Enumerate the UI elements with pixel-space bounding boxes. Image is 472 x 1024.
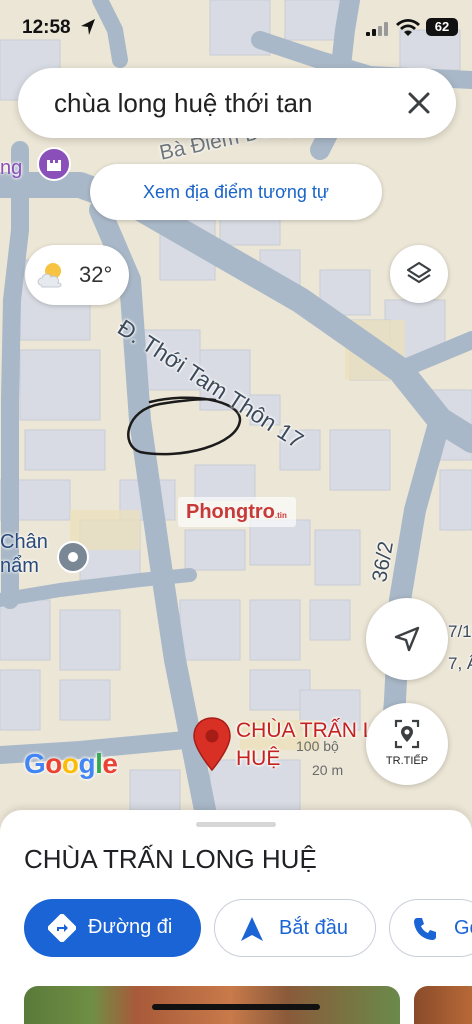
my-location-button[interactable] bbox=[366, 598, 448, 680]
castle-icon[interactable] bbox=[36, 146, 72, 182]
place-photo[interactable] bbox=[414, 986, 472, 1024]
navigation-start-icon bbox=[241, 917, 263, 941]
search-input[interactable]: chùa long huệ thới tan bbox=[54, 88, 354, 119]
cell-signal-icon bbox=[366, 22, 388, 36]
poi-left-line2: nẩm bbox=[0, 555, 39, 577]
poi-left-line1: Chân bbox=[0, 531, 48, 553]
sheet-handle[interactable] bbox=[196, 822, 276, 827]
directions-label: Đường đi bbox=[88, 916, 173, 938]
street-view-button[interactable]: TR.TIẾP bbox=[366, 703, 448, 785]
weather-temperature: 32° bbox=[79, 262, 113, 287]
scale-imperial: 100 bộ bbox=[296, 738, 339, 754]
scale-metric: 20 m bbox=[312, 762, 344, 778]
weather-chip[interactable]: 32° bbox=[25, 245, 129, 305]
google-logo-letter: o bbox=[45, 748, 62, 779]
location-arrow-icon bbox=[81, 19, 95, 35]
poi-top-left-label: ng bbox=[0, 157, 23, 179]
watermark-brand: Phongtro bbox=[186, 501, 275, 523]
start-button[interactable]: Bắt đầu bbox=[214, 899, 376, 957]
layers-button[interactable] bbox=[390, 245, 448, 303]
partly-cloudy-icon bbox=[37, 263, 62, 288]
navigation-arrow-icon bbox=[394, 626, 420, 652]
google-logo-letter: g bbox=[78, 748, 96, 779]
call-label: Gọi bbox=[454, 917, 472, 939]
place-pin-icon[interactable] bbox=[192, 716, 232, 772]
start-label: Bắt đầu bbox=[279, 917, 348, 939]
place-sheet[interactable]: CHÙA TRẤN LONG HUỆ Đường đi Bắt đầu Gọi bbox=[0, 810, 472, 1024]
google-logo-letter: o bbox=[61, 748, 79, 779]
wifi-icon bbox=[396, 19, 420, 36]
status-time: 12:58 bbox=[22, 17, 71, 38]
google-logo-letter: e bbox=[102, 748, 118, 779]
home-indicator[interactable] bbox=[152, 1004, 320, 1010]
poi-left-label: Chân nẩm bbox=[0, 530, 48, 578]
road-label-side: 7/1X bbox=[448, 622, 472, 641]
google-logo-letter: G bbox=[24, 748, 46, 779]
directions-icon bbox=[48, 914, 76, 942]
similar-places-chip[interactable]: Xem địa điểm tương tự bbox=[90, 164, 382, 220]
layers-icon bbox=[406, 261, 432, 284]
street-view-icon bbox=[394, 719, 420, 749]
status-bar: 12:58 62 bbox=[0, 0, 472, 58]
search-bar[interactable]: chùa long huệ thới tan bbox=[18, 68, 456, 138]
directions-button[interactable]: Đường đi bbox=[24, 899, 201, 957]
phone-icon bbox=[414, 918, 436, 940]
place-title: CHÙA TRẤN LONG HUỆ bbox=[24, 844, 317, 874]
close-icon[interactable] bbox=[404, 88, 434, 118]
call-button[interactable]: Gọi bbox=[389, 899, 472, 957]
battery-icon: 62 bbox=[426, 18, 458, 36]
google-logo: Google bbox=[24, 748, 118, 780]
watermark-suffix: .tin bbox=[274, 511, 287, 520]
road-label-side2: 7, Ấ bbox=[448, 654, 472, 673]
street-view-label: TR.TIẾP bbox=[385, 755, 429, 767]
poi-marker-icon[interactable] bbox=[56, 540, 90, 574]
phongtro-watermark: Phongtro.tin bbox=[178, 497, 296, 527]
